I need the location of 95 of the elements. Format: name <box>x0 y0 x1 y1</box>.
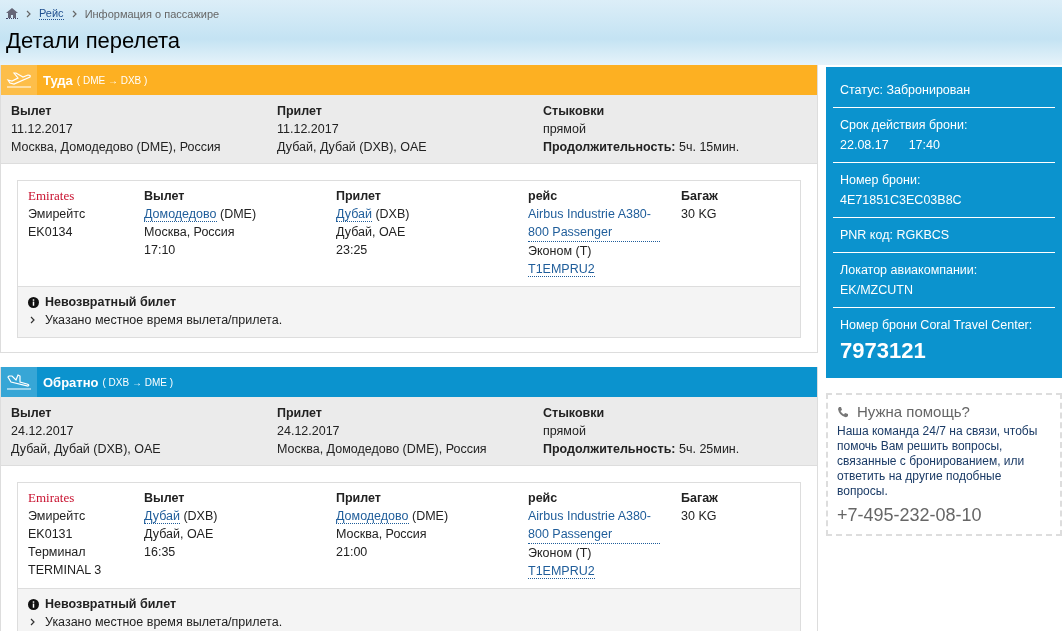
booking-label: Номер брони: <box>840 173 922 187</box>
notes-title: Невозвратный билет <box>45 294 177 311</box>
booking-value: 17:40 <box>908 138 940 152</box>
time-text: 23:25 <box>336 242 369 259</box>
field-label: Продолжительность: <box>543 442 676 456</box>
flight-detail: EK0134 <box>28 224 74 241</box>
date-text: 11.12.2017 <box>277 121 340 138</box>
airport-link[interactable]: Домодедово <box>144 207 217 222</box>
landing-plane-icon <box>6 374 32 390</box>
leg-route: ( DME → DXB ) <box>76 74 148 86</box>
city-text: Москва, Россия <box>144 224 236 241</box>
airline-logo: Emirates <box>28 187 76 205</box>
baggage-text: 30 KG <box>681 508 718 525</box>
place-text: Дубай, Дубай (DXB), OAE <box>277 139 428 156</box>
breadcrumb-link[interactable]: Рейс <box>39 7 64 20</box>
airport-link[interactable]: Дубай <box>336 207 372 222</box>
city-text: Москва, Россия <box>336 526 428 543</box>
info-icon <box>28 598 39 610</box>
flight-detail: TERMINAL 3 <box>28 562 103 579</box>
info-icon <box>28 296 39 308</box>
aircraft-link[interactable]: Airbus Industrie A380-800 Passenger <box>528 205 660 242</box>
airport-code: (DXB) <box>375 207 410 221</box>
field-label: Стыковки <box>543 103 606 120</box>
field-label: Прилет <box>336 188 382 205</box>
cabin-text: Эконом (Т) <box>528 545 593 562</box>
field-label: Багаж <box>681 490 718 507</box>
time-text: 17:10 <box>144 242 177 259</box>
booking-label: Локатор авиакомпании: <box>840 263 979 277</box>
notes-title: Невозвратный билет <box>45 596 177 613</box>
field-label: Вылет <box>144 188 186 205</box>
city-text: Дубай, OAE <box>144 526 215 543</box>
field-label: Прилет <box>277 103 323 120</box>
field-label: Вылет <box>144 490 186 507</box>
chevron-icon <box>30 316 35 324</box>
airport-code: (DME) <box>412 509 449 523</box>
chevron-icon <box>71 9 77 18</box>
flight-detail: Терминал <box>28 544 87 561</box>
booking-value: 7973121 <box>840 338 926 364</box>
airport-link[interactable]: Домодедово <box>336 509 409 524</box>
duration-text: 5ч. 15мин. <box>678 140 740 154</box>
place-text: Москва, Домодедово (DME), Россия <box>11 139 222 156</box>
booking-label: Срок действия брони: <box>840 118 969 132</box>
field-label: Багаж <box>681 188 718 205</box>
booking-info: PNR код: RGKBCS <box>840 228 951 242</box>
leg-title: Обратно <box>43 374 99 390</box>
chevron-icon <box>26 9 31 18</box>
airline-logo: Emirates <box>28 489 76 507</box>
baggage-text: 30 KG <box>681 206 718 223</box>
fare-link[interactable]: T1EMPRU2 <box>528 262 595 277</box>
connections-text: прямой <box>543 121 587 138</box>
phone-icon <box>837 405 849 418</box>
aircraft-link[interactable]: Airbus Industrie A380-800 Passenger <box>528 507 660 544</box>
leg-title: Туда <box>43 72 73 88</box>
cabin-text: Эконом (Т) <box>528 243 593 260</box>
note-text: Указано местное время вылета/прилета. <box>45 312 283 329</box>
field-label: Продолжительность: <box>543 140 676 154</box>
field-label: Вылет <box>11 103 53 120</box>
time-text: 16:35 <box>144 544 177 561</box>
place-text: Дубай, Дубай (DXB), OAE <box>11 441 162 458</box>
date-text: 24.12.2017 <box>277 423 341 440</box>
help-title: Нужна помощь? <box>857 403 970 420</box>
date-text: 11.12.2017 <box>11 121 74 138</box>
note-text: Указано местное время вылета/прилета. <box>45 614 283 631</box>
connections-text: прямой <box>543 423 587 440</box>
field-label: рейс <box>528 490 559 507</box>
field-label: Прилет <box>277 405 323 422</box>
airport-link[interactable]: Дубай <box>144 509 180 524</box>
duration-text: 5ч. 25мин. <box>678 442 740 456</box>
booking-value: EK/MZCUTN <box>840 283 913 297</box>
phone-number: +7-495-232-08-10 <box>837 505 982 525</box>
page-title: Детали перелета <box>6 28 181 54</box>
place-text: Москва, Домодедово (DME), Россия <box>277 441 488 458</box>
leg-route: ( DXB → DME ) <box>102 376 174 388</box>
airline-name: Эмирейтс <box>28 206 87 223</box>
fare-link[interactable]: T1EMPRU2 <box>528 564 595 579</box>
airport-code: (DXB) <box>183 509 218 523</box>
home-icon[interactable] <box>6 8 18 19</box>
help-text: Наша команда 24/7 на связи, чтобы помочь Вам решить вопросы, связанные с бронированием, или ответить на другие подобные вопросы. <box>837 424 1039 499</box>
airport-code: (DME) <box>220 207 257 221</box>
booking-info: Статус: Забронирован <box>840 83 972 97</box>
date-text: 24.12.2017 <box>11 423 75 440</box>
field-label: Вылет <box>11 405 53 422</box>
booking-value: 4E71851C3EC03B8C <box>840 193 962 207</box>
field-label: Прилет <box>336 490 382 507</box>
booking-value: 22.08.17 <box>840 138 889 152</box>
time-text: 21:00 <box>336 544 369 561</box>
city-text: Дубай, OAE <box>336 224 407 241</box>
breadcrumb-current: Информация о пассажире <box>84 7 220 20</box>
booking-label: Номер брони Coral Travel Center: <box>840 318 1034 332</box>
field-label: Стыковки <box>543 405 606 422</box>
flight-detail: EK0131 <box>28 526 74 543</box>
airline-name: Эмирейтс <box>28 508 87 525</box>
field-label: рейс <box>528 188 559 205</box>
chevron-icon <box>30 618 35 626</box>
takeoff-plane-icon <box>6 72 32 88</box>
